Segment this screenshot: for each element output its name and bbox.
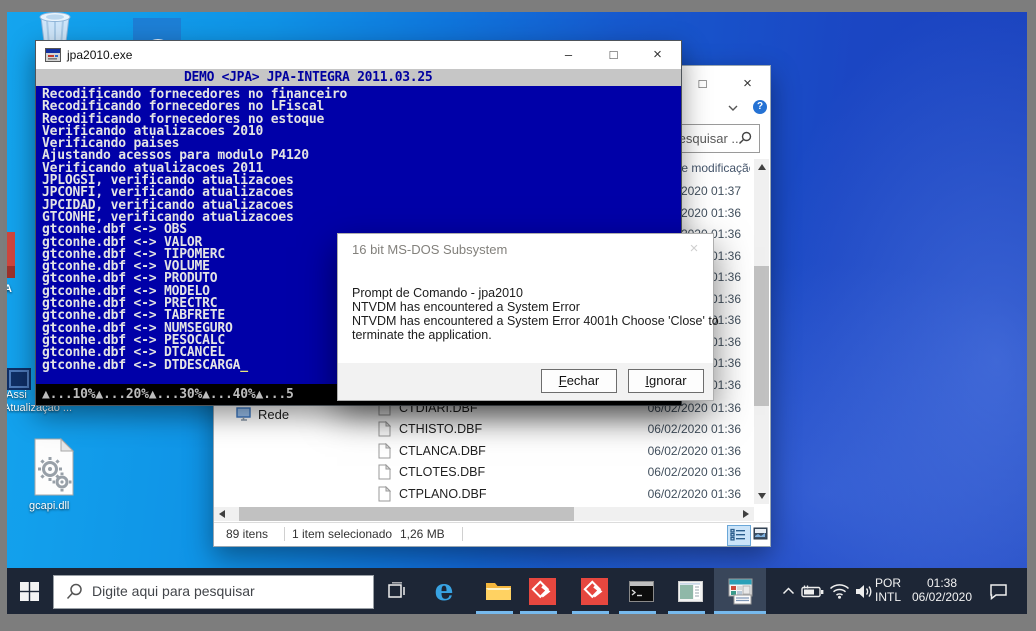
language-indicator[interactable]: POR INTL — [875, 576, 901, 604]
file-name: CTLOTES.DBF — [399, 465, 485, 479]
sidebar-item-label: Rede — [258, 407, 289, 422]
file-icon — [378, 421, 391, 437]
dialog-close-icon[interactable]: × — [683, 239, 705, 259]
dialog-text-line: NTVDM has encountered a System Error 400… — [352, 314, 719, 328]
active-dos-app-taskbar-button[interactable] — [714, 568, 766, 614]
file-date: 06/02/2020 01:36 — [648, 422, 741, 436]
scroll-down-icon[interactable] — [758, 493, 766, 499]
dialog-text-line: NTVDM has encountered a System Error — [352, 300, 580, 314]
console-output: Recodificando fornecedores no financeiro… — [42, 89, 347, 372]
file-icon — [378, 464, 391, 480]
ms-dos-subsystem-dialog: 16 bit MS-DOS Subsystem × Prompt de Coma… — [337, 233, 714, 401]
file-row[interactable]: CTPLANO.DBF 06/02/2020 01:36 — [214, 484, 770, 505]
console-progress-text: ▲...10%▲...20%▲...30%▲...40%▲...5 — [42, 388, 294, 402]
horizontal-scroll-thumb[interactable] — [239, 507, 574, 521]
dos-minimize-button[interactable]: – — [546, 45, 591, 65]
file-explorer-taskbar-icon[interactable] — [476, 568, 520, 614]
fechar-button[interactable]: Fechar — [541, 369, 617, 393]
desktop-icon-label-assi: Assi — [7, 389, 27, 401]
network-icon — [236, 407, 253, 422]
status-selected-count: 1 item selecionado — [292, 527, 392, 541]
file-name: CTPLANO.DBF — [399, 487, 487, 501]
vertical-scrollbar[interactable] — [754, 159, 769, 504]
edge-taskbar-icon[interactable]: e — [422, 568, 466, 614]
command-prompt-taskbar-icon[interactable] — [619, 568, 663, 614]
gcapi-dll-icon[interactable] — [32, 437, 78, 497]
clock-time: 01:38 — [911, 576, 973, 590]
scroll-up-icon[interactable] — [758, 164, 766, 170]
vertical-scroll-thumb[interactable] — [754, 266, 769, 406]
clock-date: 06/02/2020 — [911, 590, 973, 604]
battery-icon[interactable] — [797, 568, 827, 614]
file-row[interactable]: CTHISTO.DBF 06/02/2020 01:36 — [214, 419, 770, 440]
taskbar: Digite aqui para pesquisar e POR INTL — [7, 568, 1027, 614]
file-name: CTHISTO.DBF — [399, 422, 482, 436]
scroll-right-icon[interactable] — [743, 510, 749, 518]
dos-close-button[interactable]: × — [636, 45, 679, 65]
file-row[interactable]: CTLOTES.DBF 06/02/2020 01:36 — [214, 462, 770, 483]
red-app-taskbar-icon-2[interactable] — [572, 568, 616, 614]
console-header-bar: DEMO <JPA> JPA-INTEGRA 2011.03.25 — [36, 69, 681, 86]
taskbar-search-input[interactable]: Digite aqui para pesquisar — [53, 575, 374, 609]
file-date: 06/02/2020 01:36 — [648, 487, 741, 501]
dialog-text-line: Prompt de Comando - jpa2010 — [352, 286, 523, 300]
file-icon — [378, 443, 391, 459]
task-view-button[interactable] — [379, 568, 415, 614]
status-item-count: 89 itens — [226, 527, 268, 541]
start-button[interactable] — [7, 568, 51, 614]
desktop-icon-partial-dark[interactable] — [7, 368, 31, 390]
dos-titlebar[interactable]: jpa2010.exe – □ × — [36, 41, 681, 69]
gcapi-dll-label: gcapi.dll — [29, 500, 69, 512]
volume-icon[interactable] — [850, 568, 878, 614]
msdos-app-icon — [45, 47, 61, 63]
thumbnail-view-button[interactable] — [753, 526, 768, 542]
wifi-icon[interactable] — [825, 568, 853, 614]
file-row[interactable]: CTLANCA.DBF 06/02/2020 01:36 — [214, 441, 770, 462]
file-name: CTLANCA.DBF — [399, 444, 486, 458]
scroll-left-icon[interactable] — [219, 510, 225, 518]
taskbar-search-placeholder: Digite aqui para pesquisar — [92, 583, 255, 599]
dos-maximize-button[interactable]: □ — [591, 45, 636, 65]
ignorar-button[interactable]: Ignorar — [628, 369, 704, 393]
desktop-icon-partial-label-a: A — [7, 283, 12, 295]
report-app-taskbar-icon[interactable] — [668, 568, 712, 614]
status-selected-size: 1,26 MB — [400, 527, 445, 541]
horizontal-scrollbar[interactable] — [214, 507, 754, 521]
desktop-icon-partial-red[interactable] — [7, 232, 15, 278]
red-app-taskbar-icon-1[interactable] — [520, 568, 564, 614]
dialog-footer: Fechar Ignorar — [338, 363, 713, 400]
details-view-button[interactable] — [727, 525, 751, 546]
clock[interactable]: 01:38 06/02/2020 — [911, 576, 973, 604]
file-date: 06/02/2020 01:36 — [648, 465, 741, 479]
dialog-title: 16 bit MS-DOS Subsystem — [352, 242, 507, 257]
dialog-text-line: terminate the application. — [352, 328, 492, 342]
action-center-icon[interactable] — [979, 568, 1017, 614]
search-icon — [66, 583, 83, 600]
console-header-text: DEMO <JPA> JPA-INTEGRA 2011.03.25 — [184, 70, 432, 85]
file-icon — [378, 486, 391, 502]
explorer-statusbar: 89 itens 1 item selecionado 1,26 MB — [214, 522, 770, 546]
dos-window-title: jpa2010.exe — [67, 48, 132, 62]
file-date: 06/02/2020 01:36 — [648, 444, 741, 458]
